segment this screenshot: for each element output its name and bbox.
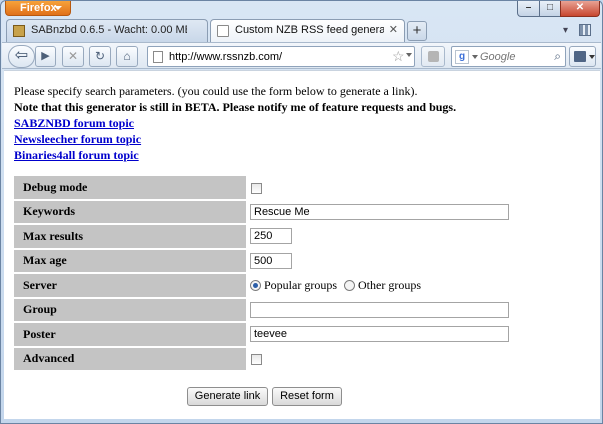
- page-icon: [153, 51, 163, 63]
- server-label: Server: [14, 274, 246, 297]
- advanced-label: Advanced: [14, 347, 246, 370]
- chevron-down-icon: [54, 6, 62, 10]
- maximize-icon: □: [546, 2, 554, 13]
- forward-arrow-icon: ▶: [41, 50, 50, 62]
- url-input[interactable]: [169, 49, 369, 64]
- chevron-down-icon: [589, 55, 595, 59]
- firefox-menu-button[interactable]: Firefox: [5, 1, 71, 16]
- tab-title: SABnzbd 0.6.5 - Wacht: 0.00 MB: [31, 24, 187, 36]
- forward-button[interactable]: ▶: [35, 46, 56, 67]
- generate-link-button[interactable]: Generate link: [187, 387, 268, 406]
- navigation-toolbar: ⇦ ▶ ✕ ↻ ⌂ ☆ g ⌕: [2, 42, 601, 69]
- new-tab-button[interactable]: +: [407, 21, 427, 41]
- search-bar[interactable]: g ⌕: [451, 46, 566, 67]
- form-row-group: Group: [14, 298, 509, 321]
- max-age-input[interactable]: [250, 252, 292, 269]
- search-engine-dropdown-icon[interactable]: [472, 55, 478, 59]
- link-sabznbd-forum[interactable]: SABZNBD forum topic: [14, 115, 456, 131]
- google-icon[interactable]: g: [455, 50, 469, 64]
- stop-icon: ✕: [67, 49, 79, 63]
- poster-label: Poster: [14, 323, 246, 346]
- rss-icon: [428, 51, 439, 62]
- stop-button[interactable]: ✕: [62, 46, 84, 67]
- reset-form-button[interactable]: Reset form: [272, 387, 342, 406]
- advanced-checkbox[interactable]: [251, 354, 262, 365]
- max-results-input[interactable]: [250, 228, 292, 245]
- intro-text: Please specify search parameters. (you c…: [14, 84, 418, 98]
- bookmarks-menu-button[interactable]: [569, 46, 596, 67]
- history-dropdown-icon[interactable]: [406, 53, 412, 57]
- keywords-input[interactable]: [250, 203, 509, 220]
- search-icon[interactable]: ⌕: [554, 49, 561, 64]
- home-icon: ⌂: [123, 49, 131, 63]
- link-binaries4all-forum[interactable]: Binaries4all forum topic: [14, 147, 456, 163]
- debug-label: Debug mode: [14, 176, 246, 199]
- minimize-icon: –: [525, 2, 532, 13]
- max-results-label: Max results: [14, 225, 246, 248]
- page-content: Please specify search parameters. (you c…: [4, 70, 600, 419]
- group-label: Group: [14, 298, 246, 321]
- link-newsleecher-forum[interactable]: Newsleecher forum topic: [14, 131, 456, 147]
- tab-title: Custom NZB RSS feed generator: [235, 24, 384, 36]
- browser-window: Firefox – □ ✕ SABnzbd 0.6.5 - Wacht: 0.0…: [0, 0, 603, 424]
- group-input[interactable]: [250, 301, 509, 318]
- form-row-server: Server Popular groups Other groups: [14, 274, 509, 297]
- bookmark-star-icon[interactable]: ☆: [392, 48, 405, 65]
- form-row-poster: Poster: [14, 323, 509, 346]
- maximize-button[interactable]: □: [539, 1, 561, 17]
- back-arrow-icon: ⇦: [14, 47, 29, 64]
- tab-sabnzbd[interactable]: SABnzbd 0.6.5 - Wacht: 0.00 MB: [6, 19, 208, 42]
- address-bar[interactable]: ☆: [147, 46, 415, 67]
- firefox-menu-label: Firefox: [20, 2, 57, 14]
- keywords-label: Keywords: [14, 200, 246, 223]
- search-form-table: Debug mode Keywords Max results Max age …: [14, 174, 509, 372]
- tab-rss-generator[interactable]: Custom NZB RSS feed generator ✕: [210, 19, 405, 42]
- page-favicon-icon: [217, 25, 229, 37]
- bookmarks-icon: [574, 51, 586, 62]
- close-window-button[interactable]: ✕: [560, 1, 600, 17]
- tab-groups-icon[interactable]: [579, 24, 591, 36]
- minimize-button[interactable]: –: [517, 1, 540, 17]
- server-radio-popular[interactable]: [250, 280, 261, 292]
- beta-notice: Note that this generator is still in BET…: [14, 100, 457, 114]
- intro-section: Please specify search parameters. (you c…: [14, 83, 456, 163]
- home-button[interactable]: ⌂: [116, 46, 138, 67]
- reload-button[interactable]: ↻: [89, 46, 111, 67]
- back-button[interactable]: ⇦: [8, 45, 35, 68]
- tab-list-chevron-icon[interactable]: ▾: [563, 25, 568, 36]
- form-row-max-results: Max results: [14, 225, 509, 248]
- poster-input[interactable]: [250, 326, 509, 343]
- server-option-popular-label[interactable]: Popular groups: [264, 278, 337, 292]
- search-input[interactable]: [480, 50, 548, 64]
- form-row-advanced: Advanced: [14, 347, 509, 370]
- sabnzbd-favicon-icon: [13, 25, 25, 37]
- debug-checkbox[interactable]: [251, 182, 262, 194]
- rss-feed-button[interactable]: [421, 46, 445, 67]
- form-row-debug: Debug mode: [14, 176, 509, 199]
- close-tab-icon[interactable]: ✕: [389, 20, 398, 41]
- reload-icon: ↻: [94, 49, 106, 63]
- form-row-keywords: Keywords: [14, 200, 509, 223]
- server-option-other-label[interactable]: Other groups: [358, 278, 421, 292]
- max-age-label: Max age: [14, 249, 246, 272]
- server-radio-other[interactable]: [344, 280, 355, 292]
- close-icon: ✕: [575, 2, 585, 13]
- form-row-max-age: Max age: [14, 249, 509, 272]
